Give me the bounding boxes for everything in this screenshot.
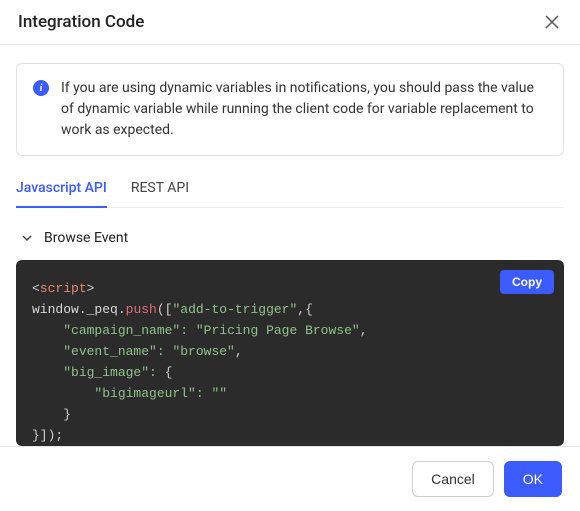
tab-rest-api[interactable]: REST API xyxy=(131,172,189,208)
tab-javascript-api[interactable]: Javascript API xyxy=(16,172,107,208)
info-icon: i xyxy=(33,80,49,96)
cancel-button[interactable]: Cancel xyxy=(412,461,494,497)
chevron-down-icon xyxy=(20,231,34,245)
modal-footer: Cancel OK xyxy=(0,446,580,511)
modal-body: i If you are using dynamic variables in … xyxy=(0,45,580,446)
info-text: If you are using dynamic variables in no… xyxy=(61,78,547,141)
section-browse-event: Browse Event Copy <script> window._peq.p… xyxy=(16,230,564,446)
modal-header: Integration Code xyxy=(0,0,580,45)
close-icon xyxy=(545,15,559,29)
tabs: Javascript API REST API xyxy=(16,172,564,208)
section-toggle[interactable]: Browse Event xyxy=(16,230,564,246)
modal-title: Integration Code xyxy=(18,12,144,32)
close-button[interactable] xyxy=(542,12,562,32)
code-content: <script> window._peq.push(["add-to-trigg… xyxy=(16,260,564,446)
code-block: Copy <script> window._peq.push(["add-to-… xyxy=(16,260,564,446)
section-title: Browse Event xyxy=(44,230,128,246)
info-banner: i If you are using dynamic variables in … xyxy=(16,63,564,156)
ok-button[interactable]: OK xyxy=(504,461,562,497)
copy-button[interactable]: Copy xyxy=(500,270,554,294)
